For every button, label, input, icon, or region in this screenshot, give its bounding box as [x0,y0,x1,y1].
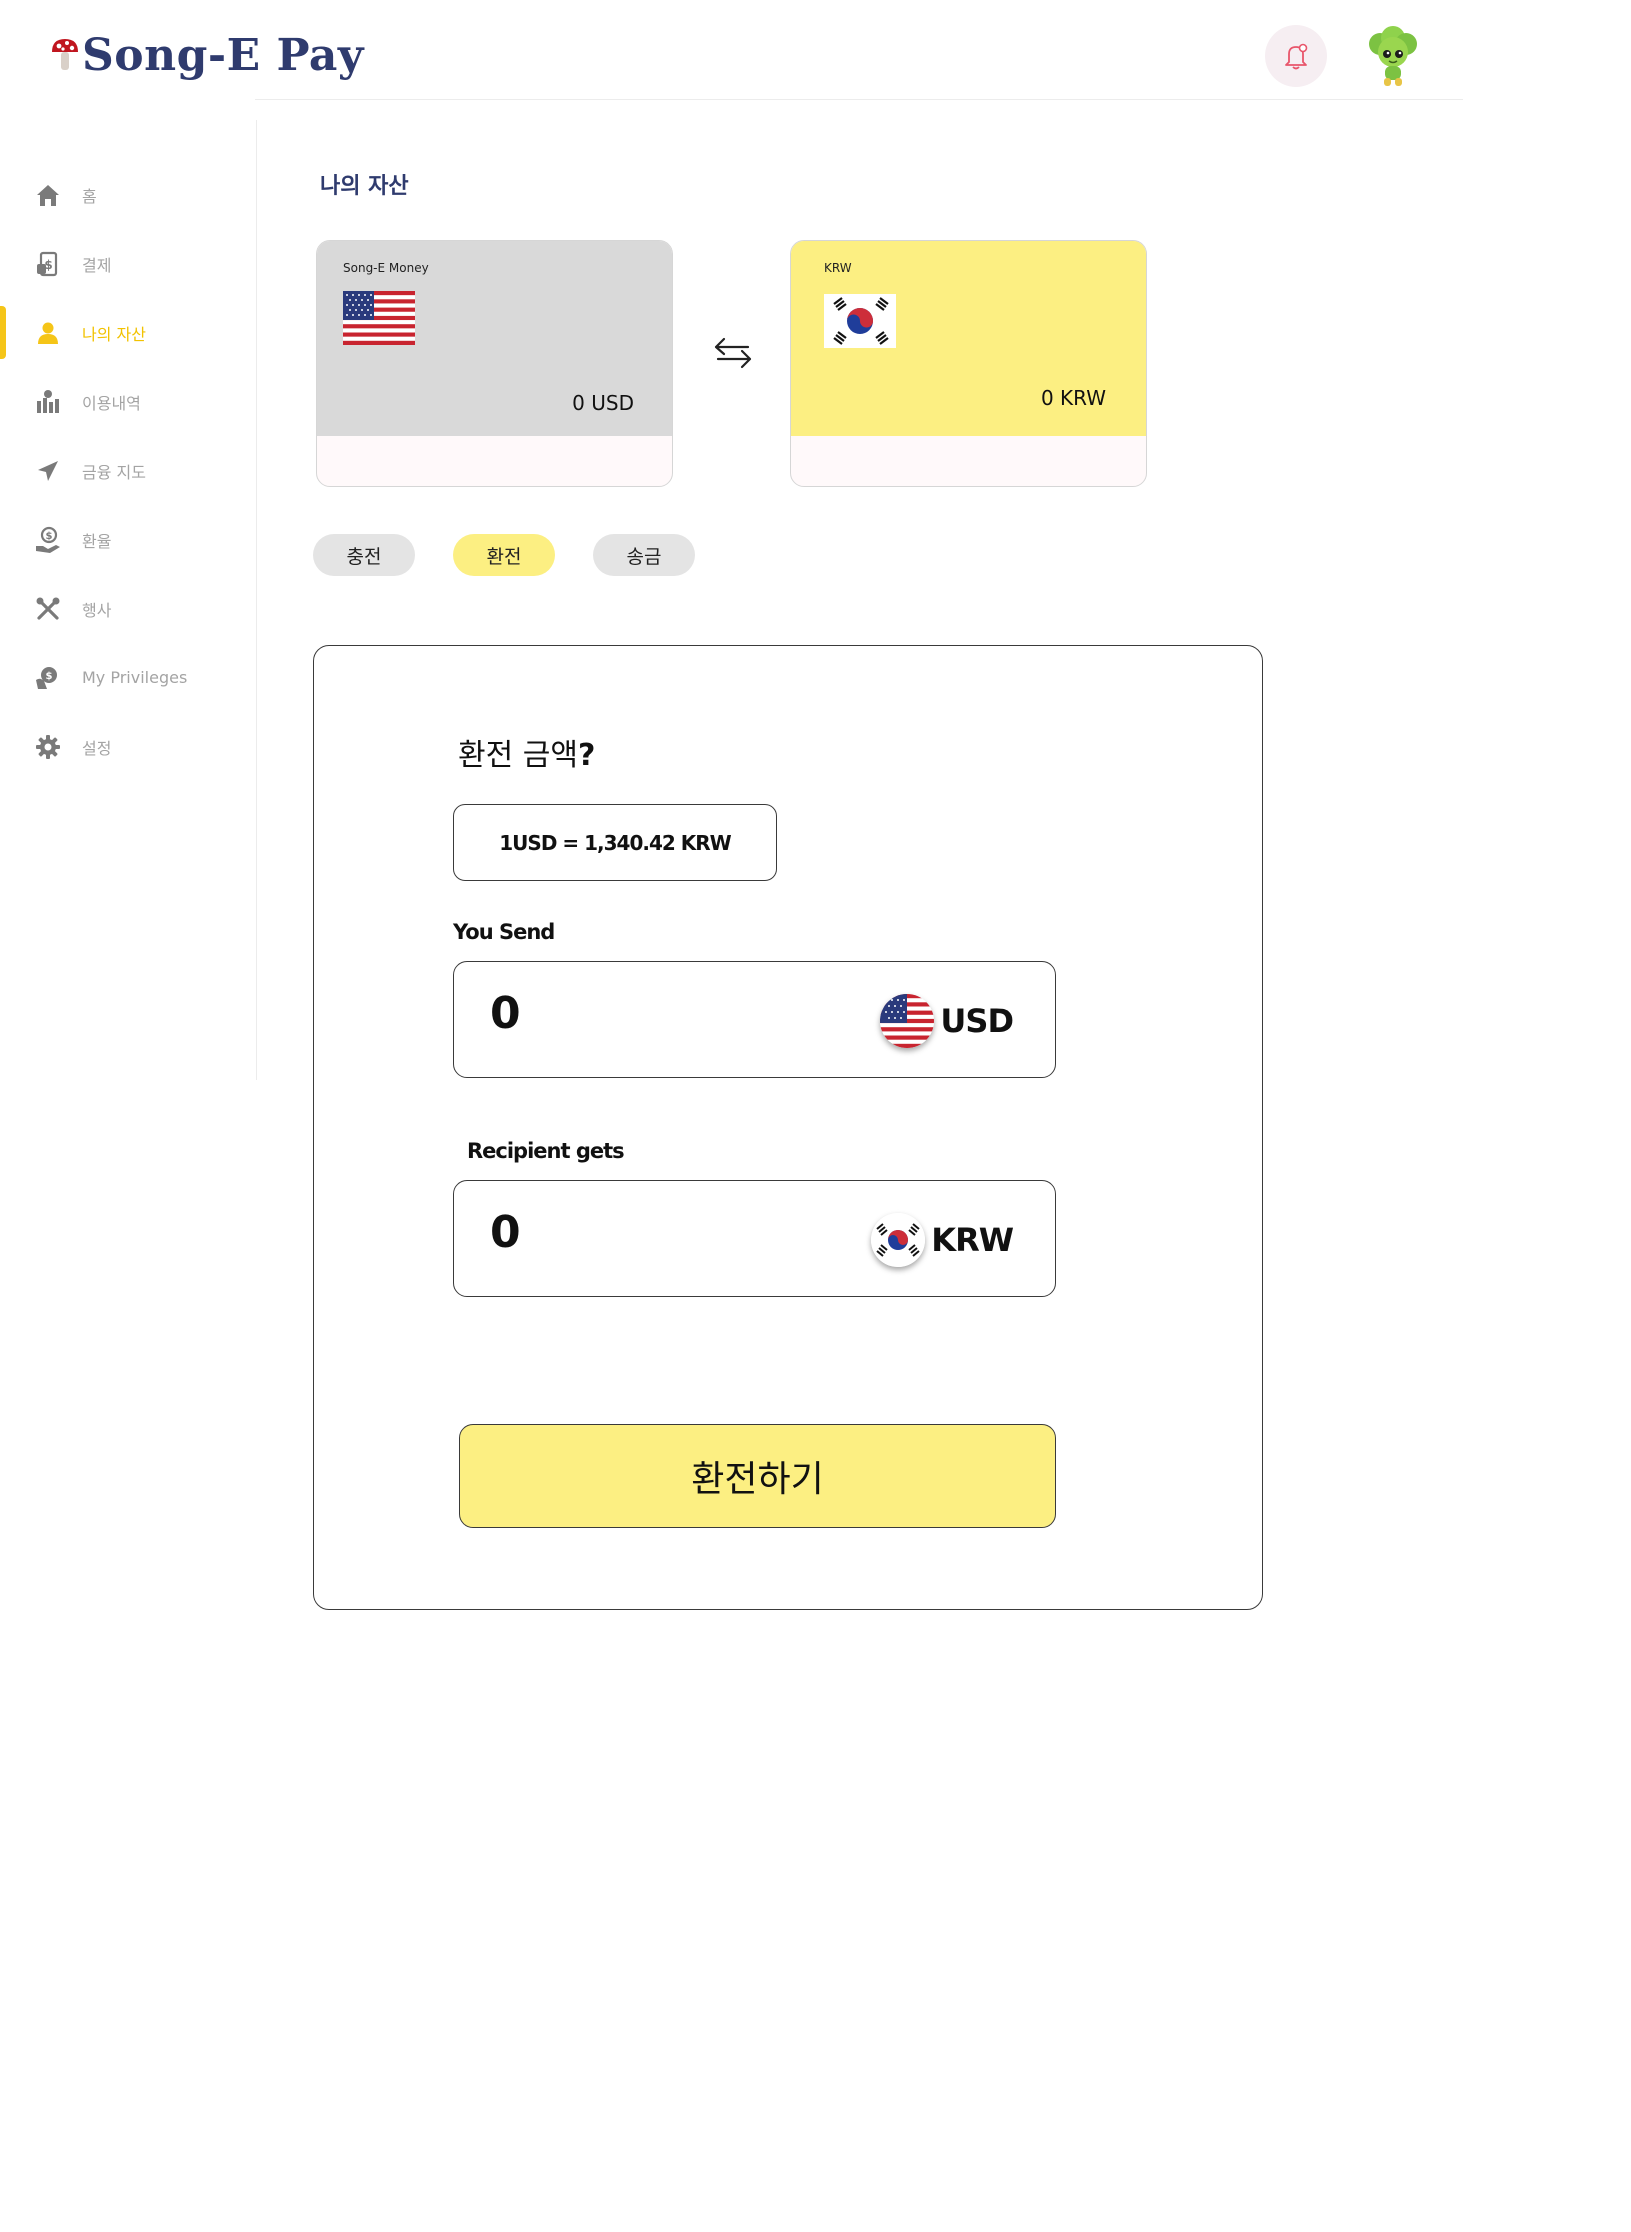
asset-card-krw[interactable]: KRW 0 KRW [790,240,1147,487]
sidebar-divider [256,120,257,1080]
kr-flag-icon [871,1213,926,1267]
tab-transfer[interactable]: 송금 [593,534,695,576]
kr-flag-icon [824,294,896,348]
mushroom-icon [52,38,78,70]
bell-icon [1285,43,1308,70]
sidebar-item-finance-map[interactable]: 금융 지도 [0,436,255,505]
home-icon [32,179,64,211]
character-avatar-icon [1369,26,1417,86]
payment-icon: $ [32,248,64,280]
sidebar-item-label: 나의 자산 [82,324,146,344]
us-flag-icon [880,994,935,1048]
sidebar-item-events[interactable]: 행사 [0,574,255,643]
exchange-submit-button[interactable]: 환전하기 [459,1424,1056,1528]
card-name: KRW [824,261,852,275]
send-label: You Send [453,920,555,944]
sidebar: 홈 $ 결제 나의 자산 이용내역 금융 지도 $ 환율 행사 $ My Pri… [0,160,255,781]
sidebar-item-label: 이용내역 [82,393,141,413]
asset-card-usd[interactable]: Song-E Money 0 USD [316,240,673,487]
swap-arrows-icon[interactable] [712,335,754,371]
exchange-question: 환전 금액? [458,730,595,774]
card-name: Song-E Money [343,261,429,275]
sidebar-item-label: 환율 [82,531,112,551]
card-balance: 0 KRW [1040,386,1106,410]
gear-icon [32,731,64,763]
app-name: Song-E Pay [82,30,364,81]
receive-amount-input[interactable]: 0 KRW [453,1180,1056,1297]
sidebar-item-label: 설정 [82,738,112,758]
privileges-icon: $ [32,662,64,694]
sidebar-item-exchange-rate[interactable]: $ 환율 [0,505,255,574]
receive-amount-value: 0 [490,1207,521,1258]
notification-button[interactable] [1265,25,1327,87]
send-currency-selector[interactable]: USD [880,994,1014,1048]
sidebar-item-payment[interactable]: $ 결제 [0,229,255,298]
user-icon [32,317,64,349]
sidebar-item-my-assets[interactable]: 나의 자산 [0,298,255,367]
sidebar-item-label: 홈 [82,186,97,206]
receive-label: Recipient gets [467,1139,625,1163]
page-title: 나의 자산 [320,174,409,199]
send-icon [32,455,64,487]
receive-currency-selector[interactable]: KRW [871,1213,1014,1267]
tab-exchange[interactable]: 환전 [453,534,555,576]
send-amount-value: 0 [490,988,521,1039]
sidebar-item-home[interactable]: 홈 [0,160,255,229]
sidebar-item-label: My Privileges [82,668,188,687]
app-logo[interactable]: Song-E Pay [50,30,364,81]
send-currency-code: USD [940,1002,1014,1040]
svg-text:$: $ [46,531,53,542]
tools-icon [32,593,64,625]
sidebar-item-history[interactable]: 이용내역 [0,367,255,436]
exchange-question-text: 환전 금액 [458,738,578,773]
tab-charge[interactable]: 충전 [313,534,415,576]
card-balance: 0 USD [572,391,634,415]
send-amount-input[interactable]: 0 USD [453,961,1056,1078]
us-flag-icon [343,291,415,345]
exchange-rate-icon: $ [32,524,64,556]
svg-text:$: $ [46,671,53,682]
header-divider [255,99,1463,100]
exchange-question-mark: ? [577,738,596,773]
sidebar-item-settings[interactable]: 설정 [0,712,255,781]
exchange-rate-display: 1USD = 1,340.42 KRW [453,804,777,881]
receive-currency-code: KRW [931,1221,1014,1259]
sidebar-item-label: 금융 지도 [82,462,146,482]
sidebar-item-my-privileges[interactable]: $ My Privileges [0,643,255,712]
avatar[interactable] [1360,24,1426,90]
sidebar-item-label: 결제 [82,255,112,275]
history-icon [32,386,64,418]
sidebar-item-label: 행사 [82,600,112,620]
